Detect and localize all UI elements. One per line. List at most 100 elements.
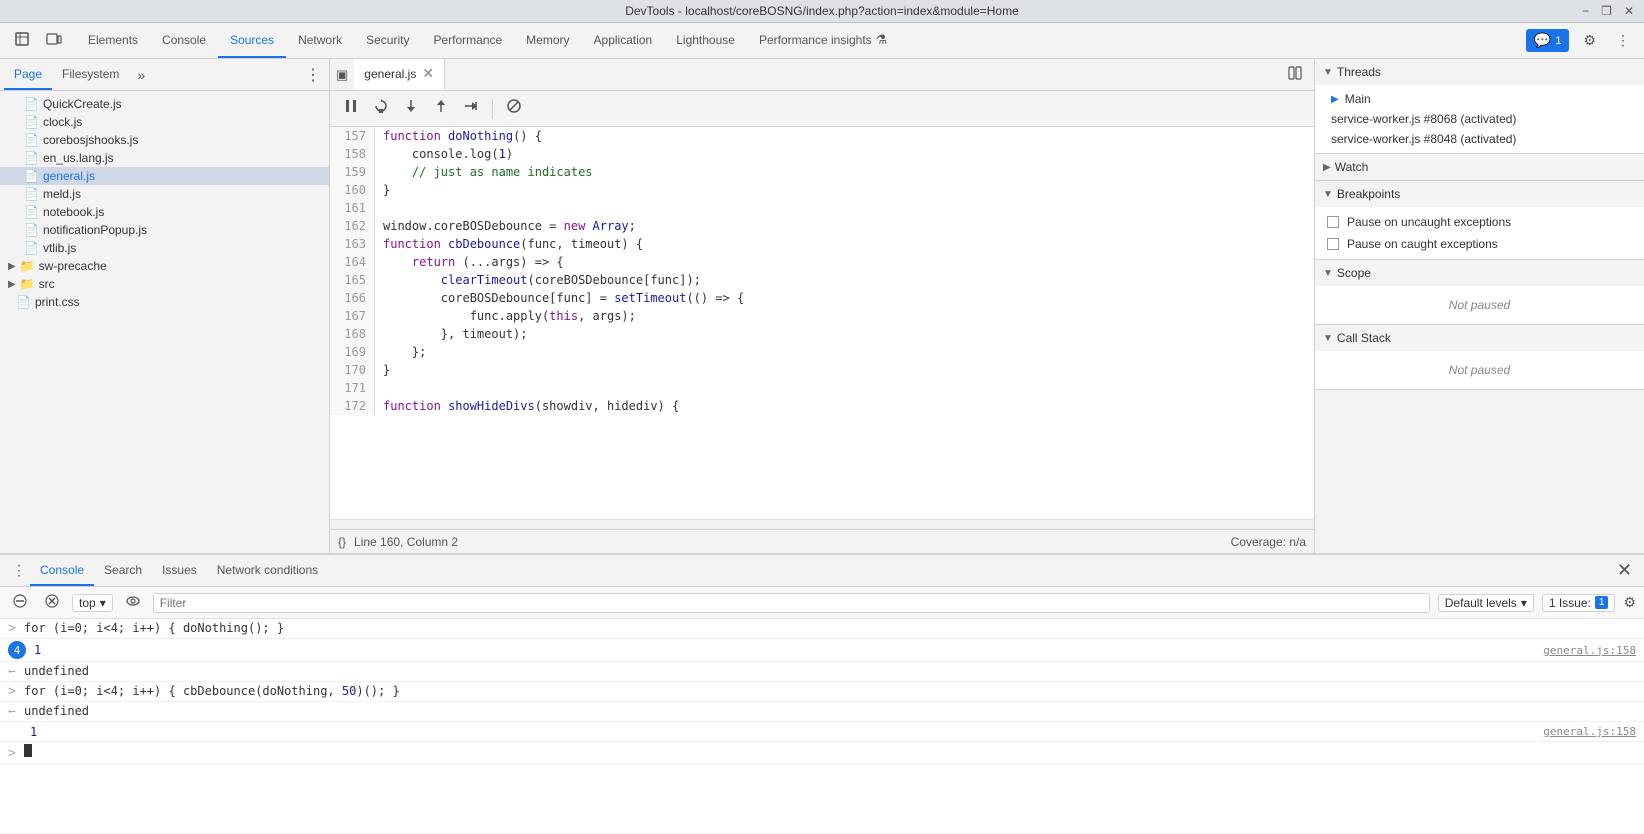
tab-sources[interactable]: Sources	[218, 23, 286, 58]
console-eye-button[interactable]	[121, 592, 145, 613]
more-menu-button[interactable]: ⋮	[1610, 28, 1636, 53]
sidebar-menu-button[interactable]: ⋮	[301, 65, 325, 85]
inspect-element-button[interactable]	[8, 27, 36, 54]
callstack-header[interactable]: ▼ Call Stack	[1315, 325, 1644, 351]
feedback-icon: 💬	[1534, 32, 1551, 49]
console-entry-3: ← undefined	[0, 662, 1644, 682]
file-icon: 📄	[24, 205, 39, 219]
nav-left-icons	[8, 27, 68, 54]
tab-console[interactable]: Console	[150, 23, 218, 58]
threads-header[interactable]: ▼ Threads	[1315, 59, 1644, 85]
tab-network[interactable]: Network	[286, 23, 354, 58]
scope-arrow-icon: ▼	[1323, 268, 1333, 279]
default-levels-selector[interactable]: Default levels ▾	[1438, 594, 1534, 612]
window-controls: − ❐ ✕	[1580, 4, 1636, 18]
file-item-notificationpopup[interactable]: 📄 notificationPopup.js	[0, 221, 329, 239]
console-cursor[interactable]	[24, 744, 32, 757]
file-item-vtlib[interactable]: 📄 vtlib.js	[0, 239, 329, 257]
line-numbers: 157 158 159 160 161 162 163 164 165 166 …	[330, 127, 375, 415]
console-link-2[interactable]: general.js:158	[1543, 644, 1636, 657]
file-item-clock[interactable]: 📄 clock.js	[0, 113, 329, 131]
file-item-notebook[interactable]: 📄 notebook.js	[0, 203, 329, 221]
file-item-quickcreate[interactable]: 📄 QuickCreate.js	[0, 95, 329, 113]
pause-resume-button[interactable]	[338, 96, 364, 121]
cursor-position: Line 160, Column 2	[354, 535, 458, 549]
folder-arrow-icon: ▶	[8, 279, 16, 290]
callstack-content: Not paused	[1315, 351, 1644, 389]
sources-sidebar: Page Filesystem » ⋮ 📄 QuickCreate.js 📄 c…	[0, 59, 330, 553]
file-item-general[interactable]: 📄 general.js	[0, 167, 329, 185]
step-out-button[interactable]	[428, 96, 454, 121]
debugger-toolbar	[330, 91, 1314, 127]
deactivate-breakpoints-button[interactable]	[501, 96, 527, 121]
console-filter-input[interactable]	[153, 593, 1430, 613]
restore-button[interactable]: ❐	[1599, 4, 1614, 18]
folder-src[interactable]: ▶ 📁 src	[0, 275, 329, 293]
tab-lighthouse[interactable]: Lighthouse	[664, 23, 747, 58]
bp-caught-checkbox[interactable]	[1327, 238, 1339, 250]
step-over-button[interactable]	[368, 96, 394, 121]
console-clear-button[interactable]	[8, 592, 32, 613]
code-area: ▣ general.js ✕	[330, 59, 1314, 553]
coverage-status: Coverage: n/a	[1231, 535, 1306, 549]
console-tab-issues[interactable]: Issues	[152, 555, 207, 586]
sidebar-tab-filesystem[interactable]: Filesystem	[52, 59, 129, 90]
issue-badge[interactable]: 1 Issue: 1	[1542, 594, 1616, 612]
console-tab-network-conditions[interactable]: Network conditions	[207, 555, 328, 586]
breakpoints-section: ▼ Breakpoints Pause on uncaught exceptio…	[1315, 181, 1644, 260]
console-context-selector[interactable]: top ▾	[72, 594, 113, 612]
tab-application[interactable]: Application	[582, 23, 665, 58]
sidebar-tabs: Page Filesystem » ⋮	[0, 59, 329, 91]
tab-performance[interactable]: Performance	[421, 23, 514, 58]
file-item-en-us[interactable]: 📄 en_us.lang.js	[0, 149, 329, 167]
file-item-meld[interactable]: 📄 meld.js	[0, 185, 329, 203]
file-item-print-css[interactable]: 📄 print.css	[0, 293, 329, 311]
horizontal-scrollbar[interactable]	[330, 519, 1314, 529]
editor-tab-general-js[interactable]: general.js ✕	[354, 59, 445, 90]
thread-main[interactable]: ▶ Main	[1315, 89, 1644, 109]
close-button[interactable]: ✕	[1622, 4, 1636, 18]
console-close-button[interactable]: ✕	[1613, 560, 1636, 581]
console-tab-console[interactable]: Console	[30, 555, 94, 586]
console-code-1: for (i=0; i<4; i++) { doNothing(); }	[24, 621, 284, 635]
minimize-button[interactable]: −	[1580, 4, 1591, 18]
nav-right: 💬 1 ⚙ ⋮	[1526, 28, 1636, 53]
console-tab-search[interactable]: Search	[94, 555, 152, 586]
folder-icon: 📁	[20, 259, 35, 273]
scope-section: ▼ Scope Not paused	[1315, 260, 1644, 325]
tab-elements[interactable]: Elements	[76, 23, 150, 58]
console-prompt-4: >	[8, 684, 20, 699]
bp-uncaught-checkbox[interactable]	[1327, 216, 1339, 228]
sidebar-tab-more[interactable]: »	[133, 67, 149, 83]
tab-memory[interactable]: Memory	[514, 23, 581, 58]
scope-not-paused: Not paused	[1315, 290, 1644, 320]
code-editor[interactable]: 157 158 159 160 161 162 163 164 165 166 …	[330, 127, 1314, 519]
console-menu-button[interactable]: ⋮	[8, 560, 30, 581]
editor-tab-right	[1284, 62, 1314, 87]
editor-tab-close-button[interactable]: ✕	[422, 65, 434, 82]
thread-sw1[interactable]: service-worker.js #8068 (activated)	[1315, 109, 1644, 129]
code-line-171	[383, 379, 1306, 397]
console-result-3: undefined	[24, 664, 89, 678]
device-toolbar-button[interactable]	[40, 27, 68, 54]
settings-button[interactable]: ⚙	[1577, 28, 1602, 53]
tab-performance-insights[interactable]: Performance insights ⚗	[747, 23, 899, 58]
tab-security[interactable]: Security	[354, 23, 421, 58]
breakpoints-header[interactable]: ▼ Breakpoints	[1315, 181, 1644, 207]
sources-toggle-button[interactable]: ▣	[330, 67, 354, 83]
scope-header[interactable]: ▼ Scope	[1315, 260, 1644, 286]
step-into-button[interactable]	[398, 96, 424, 121]
feedback-button[interactable]: 💬 1	[1526, 29, 1570, 52]
step-continue-button[interactable]	[458, 96, 484, 121]
sidebar-tab-page[interactable]: Page	[4, 59, 52, 90]
file-icon: 📄	[24, 133, 39, 147]
console-clear-messages-button[interactable]	[40, 592, 64, 613]
watch-header[interactable]: ▶ Watch	[1315, 154, 1644, 180]
file-item-corebosjshooks[interactable]: 📄 corebosjshooks.js	[0, 131, 329, 149]
thread-sw2[interactable]: service-worker.js #8048 (activated)	[1315, 129, 1644, 149]
split-editor-button[interactable]	[1284, 62, 1306, 87]
folder-sw-precache[interactable]: ▶ 📁 sw-precache	[0, 257, 329, 275]
console-settings-button[interactable]: ⚙	[1623, 594, 1636, 611]
console-code-4: for (i=0; i<4; i++) { cbDebounce(doNothi…	[24, 684, 400, 698]
console-link-6[interactable]: general.js:158	[1543, 725, 1636, 738]
